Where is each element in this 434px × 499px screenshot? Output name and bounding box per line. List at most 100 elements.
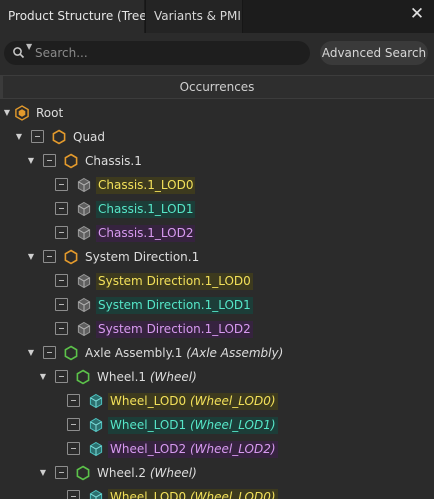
expand-arrow-icon[interactable]: ▼ [37,466,49,480]
expand-arrow-icon[interactable]: ▼ [25,346,37,360]
tree-node-label: System Direction.1_LOD1 [96,297,253,314]
visibility-checkbox[interactable] [55,226,68,239]
part-cube-icon [76,297,92,313]
axle-assembly-icon [75,465,91,481]
visibility-checkbox[interactable] [43,346,56,359]
tree-row-chassis-lod0[interactable]: Chassis.1_LOD0 [0,173,434,197]
tab-bar: Product Structure (Tree) Variants & PMI … [0,0,434,33]
node-type-name: (Wheel) [149,466,197,480]
search-field[interactable]: ▼ [4,41,310,65]
root-assembly-icon [14,105,30,121]
search-options-caret-icon[interactable]: ▼ [26,42,32,51]
tree-node-label: Axle Assembly.1 (Axle Assembly) [83,345,285,362]
node-name: Wheel_LOD1 [110,418,190,432]
search-icon[interactable] [11,45,27,61]
visibility-checkbox[interactable] [67,490,80,499]
tree-node-label: Wheel.2 (Wheel) [95,465,199,482]
search-toolbar: ▼ Advanced Search [0,33,434,73]
search-input[interactable] [35,43,305,63]
expand-arrow-icon[interactable]: ▼ [37,370,49,384]
visibility-checkbox[interactable] [55,466,68,479]
expand-arrow-icon[interactable]: ▼ [25,250,37,264]
tree-row-wheel-2[interactable]: ▼ Wheel.2 (Wheel) [0,461,434,485]
node-name: Wheel_LOD2 [110,442,190,456]
close-icon[interactable]: ✕ [408,5,426,23]
tree-node-label: Wheel_LOD2 (Wheel_LOD2) [108,441,278,458]
visibility-checkbox[interactable] [31,130,44,143]
tree-row-chassis-lod1[interactable]: Chassis.1_LOD1 [0,197,434,221]
part-cube-icon [76,201,92,217]
node-type-name: (Wheel_LOD0) [189,394,276,408]
tree-row-axle-assembly[interactable]: ▼ Axle Assembly.1 (Axle Assembly) [0,341,434,365]
tab-variants-pmi[interactable]: Variants & PMI [145,0,243,33]
assembly-icon [63,153,79,169]
visibility-checkbox[interactable] [67,418,80,431]
wheel-cube-icon [88,393,104,409]
wheel-cube-icon [88,441,104,457]
advanced-search-button[interactable]: Advanced Search [320,41,428,65]
tree-row-chassis-lod2[interactable]: Chassis.1_LOD2 [0,221,434,245]
column-header[interactable]: Occurrences [0,75,434,99]
visibility-checkbox[interactable] [67,442,80,455]
node-name: Axle Assembly.1 [85,346,187,360]
tree-row-wheel-2-lod0[interactable]: Wheel_LOD0 (Wheel_LOD0) [0,485,434,499]
node-type-name: (Wheel_LOD2) [189,442,276,456]
axle-assembly-icon [75,369,91,385]
tree-row-root[interactable]: ▼ Root [0,101,434,125]
visibility-checkbox[interactable] [55,202,68,215]
tree-row-chassis[interactable]: ▼ Chassis.1 [0,149,434,173]
tree-row-quad[interactable]: ▼ Quad [0,125,434,149]
expand-arrow-icon[interactable]: ▼ [13,130,25,144]
product-structure-tree: ▼ Root ▼ Quad ▼ Chassis.1 Chassis.1_LOD0… [0,101,434,499]
tree-row-system-direction[interactable]: ▼ System Direction.1 [0,245,434,269]
node-type-name: (Wheel) [149,370,197,384]
part-cube-icon [76,225,92,241]
assembly-icon [63,249,79,265]
tree-row-wheel-1[interactable]: ▼ Wheel.1 (Wheel) [0,365,434,389]
tree-node-label: Root [36,106,64,120]
visibility-checkbox[interactable] [55,298,68,311]
tab-product-structure[interactable]: Product Structure (Tree) [0,0,151,33]
visibility-checkbox[interactable] [67,394,80,407]
visibility-checkbox[interactable] [55,178,68,191]
part-cube-icon [76,321,92,337]
tree-node-label: Quad [73,130,106,144]
assembly-icon [51,129,67,145]
tree-row-system-direction-lod2[interactable]: System Direction.1_LOD2 [0,317,434,341]
expand-arrow-icon[interactable]: ▼ [1,106,13,120]
tree-row-wheel-1-lod1[interactable]: Wheel_LOD1 (Wheel_LOD1) [0,413,434,437]
part-cube-icon [76,273,92,289]
tree-node-label: System Direction.1 [85,250,200,264]
tree-node-label: Wheel_LOD1 (Wheel_LOD1) [108,417,278,434]
tree-node-label: Chassis.1_LOD0 [96,177,196,194]
visibility-checkbox[interactable] [55,274,68,287]
tree-node-label: Chassis.1_LOD2 [96,225,196,242]
node-type-name: (Wheel_LOD0) [189,490,276,499]
tree-node-label: Wheel.1 (Wheel) [95,369,199,386]
tree-node-label: Wheel_LOD0 (Wheel_LOD0) [108,489,278,499]
tree-node-label: System Direction.1_LOD0 [96,273,253,290]
visibility-checkbox[interactable] [43,154,56,167]
tree-row-wheel-1-lod2[interactable]: Wheel_LOD2 (Wheel_LOD2) [0,437,434,461]
visibility-checkbox[interactable] [55,370,68,383]
tree-row-system-direction-lod0[interactable]: System Direction.1_LOD0 [0,269,434,293]
part-cube-icon [76,177,92,193]
axle-assembly-icon [63,345,79,361]
tree-node-label: Chassis.1 [85,154,142,168]
expand-arrow-icon[interactable]: ▼ [25,154,37,168]
wheel-cube-icon [88,417,104,433]
tree-node-label: Wheel_LOD0 (Wheel_LOD0) [108,393,278,410]
column-header-occurrences: Occurrences [179,80,255,94]
node-name: Wheel_LOD0 [110,490,190,499]
tree-row-wheel-1-lod0[interactable]: Wheel_LOD0 (Wheel_LOD0) [0,389,434,413]
node-name: Wheel.2 [97,466,150,480]
tree-node-label: System Direction.1_LOD2 [96,321,253,338]
node-type-name: (Axle Assembly) [186,346,284,360]
tree-row-system-direction-lod1[interactable]: System Direction.1_LOD1 [0,293,434,317]
visibility-checkbox[interactable] [43,250,56,263]
tree-node-label: Chassis.1_LOD1 [96,201,196,218]
node-type-name: (Wheel_LOD1) [189,418,276,432]
visibility-checkbox[interactable] [55,322,68,335]
wheel-cube-icon [88,489,104,499]
node-name: Wheel_LOD0 [110,394,190,408]
